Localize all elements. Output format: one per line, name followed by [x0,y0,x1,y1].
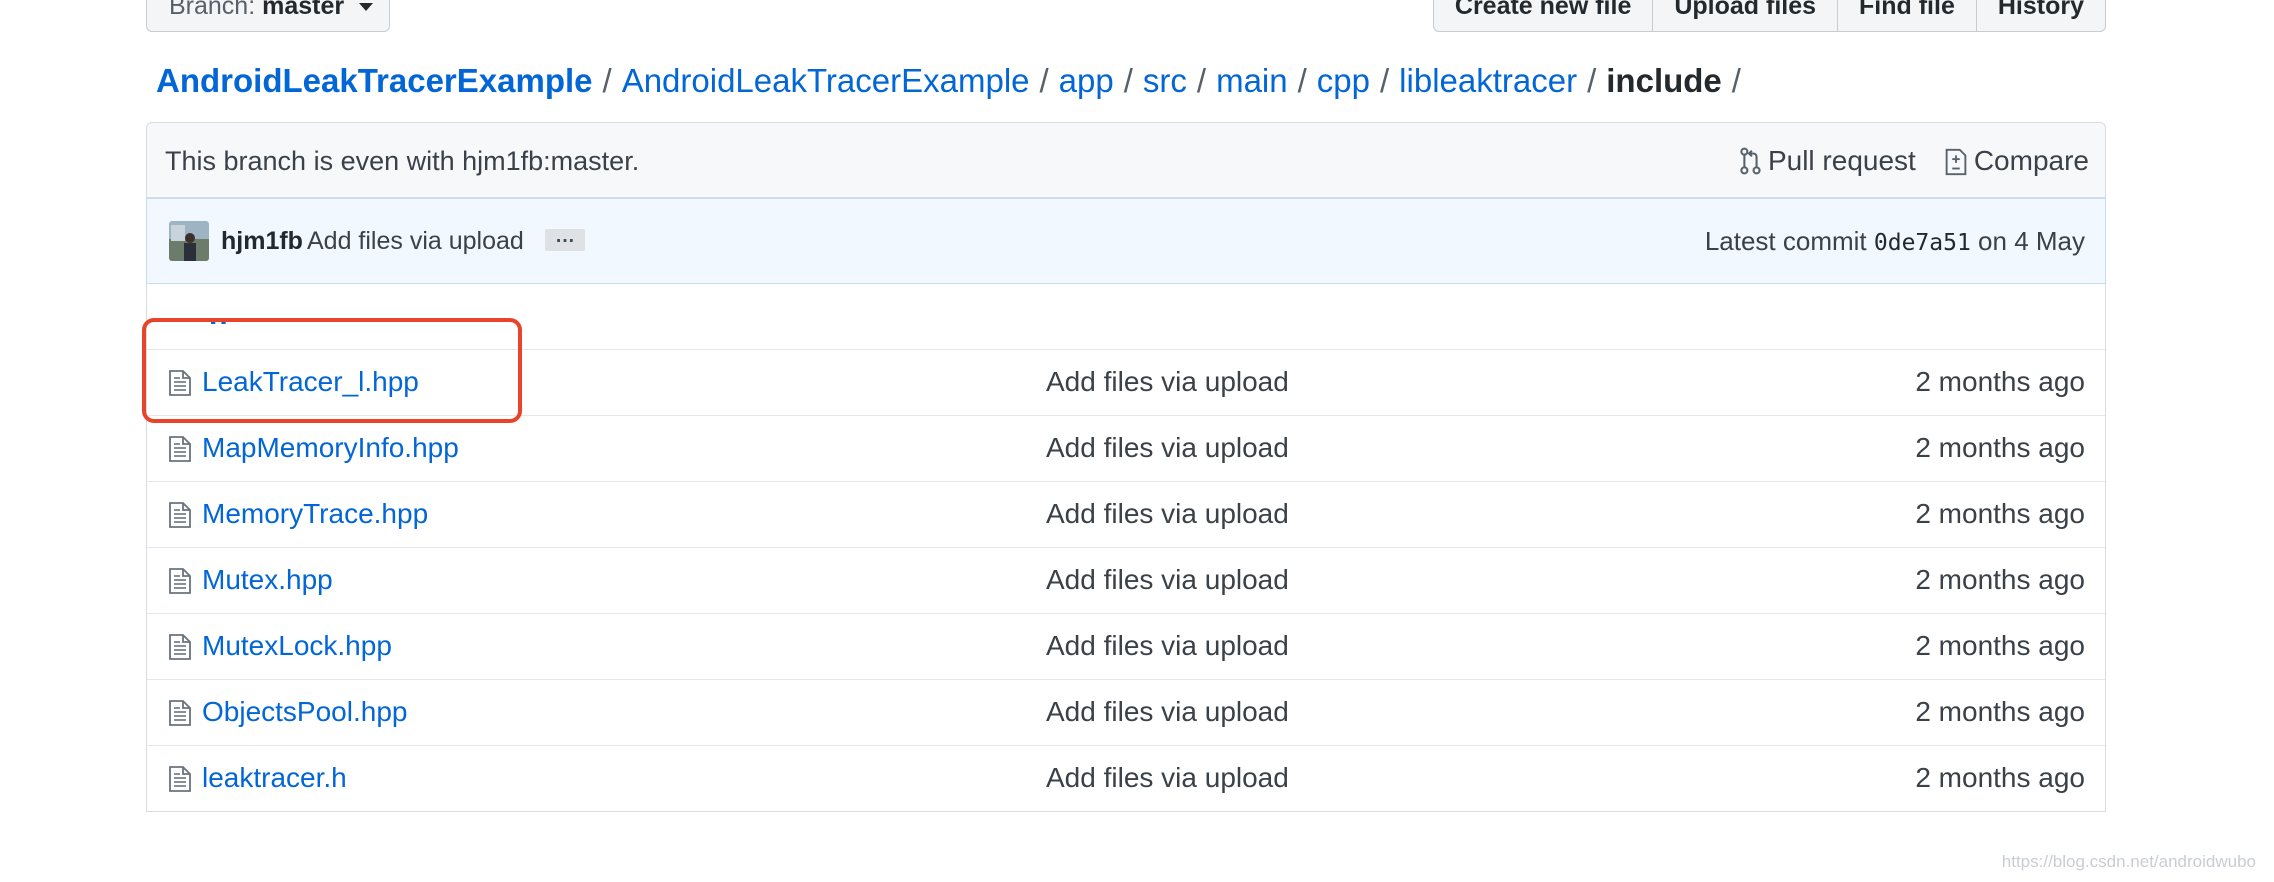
file-icon [169,634,191,660]
pull-request-icon [1740,147,1761,175]
file-commit-message[interactable]: Add files via upload [1046,614,1289,678]
file-row: MutexLock.hpp Add files via upload 2 mon… [147,613,2105,679]
file-list: .. LeakTracer_l.hpp Add files via upload… [146,284,2106,812]
file-age: 2 months ago [1915,564,2085,595]
pull-request-link[interactable]: Pull request [1738,123,1916,199]
breadcrumb-separator: / [1196,62,1207,99]
file-commit-message[interactable]: Add files via upload [1046,746,1289,810]
file-name-link[interactable]: MapMemoryInfo.hpp [202,416,459,480]
file-icon [169,436,191,462]
caret-down-icon [359,3,374,12]
compare-link[interactable]: Compare [1944,123,2089,199]
pull-request-label: Pull request [1767,145,1916,176]
breadcrumb-separator: / [602,62,612,99]
upload-files-button[interactable]: Upload files [1652,0,1839,32]
commit-author-link[interactable]: hjm1fb [221,199,303,283]
repo-toolbar: Branch: master Create new file Upload fi… [0,0,2274,34]
breadcrumb-separator: / [1380,62,1390,99]
breadcrumb-link[interactable]: src [1143,62,1187,99]
branch-value: master [262,0,345,20]
file-row: MapMemoryInfo.hpp Add files via upload 2… [147,415,2105,481]
breadcrumb-link[interactable]: cpp [1317,62,1370,99]
file-age: 2 months ago [1915,498,2085,529]
breadcrumb-link[interactable]: app [1059,62,1114,99]
file-age: 2 months ago [1915,696,2085,727]
branch-label: Branch: [169,0,256,20]
compare-links: Pull request Compare [1710,123,2089,199]
file-row: LeakTracer_l.hpp Add files via upload 2 … [147,349,2105,415]
file-age: 2 months ago [1915,366,2085,397]
branch-status-text: This branch is even with hjm1fb:master. [165,146,640,176]
file-commit-message[interactable]: Add files via upload [1046,350,1289,414]
breadcrumb-link[interactable]: main [1216,62,1288,99]
file-icon [169,766,191,792]
file-commit-message[interactable]: Add files via upload [1046,548,1289,612]
file-actions-group: Create new file Upload files Find file H… [1432,0,2106,32]
file-name-link[interactable]: MemoryTrace.hpp [202,482,428,546]
parent-directory-link[interactable]: .. [209,298,230,332]
breadcrumb-separator: / [1123,62,1133,99]
file-name-link[interactable]: MutexLock.hpp [202,614,392,678]
breadcrumb-link[interactable]: libleaktracer [1399,62,1577,99]
file-row: MemoryTrace.hpp Add files via upload 2 m… [147,481,2105,547]
file-icon [169,700,191,726]
file-commit-message[interactable]: Add files via upload [1046,482,1289,546]
file-name-link[interactable]: LeakTracer_l.hpp [202,350,419,414]
commit-date: on 4 May [1978,226,2085,256]
latest-commit-bar: hjm1fb Add files via upload … Latest com… [146,198,2106,284]
file-commit-message[interactable]: Add files via upload [1046,416,1289,480]
breadcrumb: AndroidLeakTracerExample / AndroidLeakTrac… [156,58,1751,104]
compare-label: Compare [1973,145,2089,176]
breadcrumb-current: include [1606,62,1722,99]
file-icon [169,370,191,396]
file-name-link[interactable]: Mutex.hpp [202,548,333,612]
breadcrumb-separator: / [1731,62,1741,99]
breadcrumb-link[interactable]: AndroidLeakTracerExample [622,62,1030,99]
parent-directory-row[interactable]: .. [147,284,2105,349]
file-commit-message[interactable]: Add files via upload [1046,680,1289,744]
create-new-file-button[interactable]: Create new file [1432,0,1654,32]
file-row: leaktracer.h Add files via upload 2 mont… [147,745,2105,811]
watermark: https://blog.csdn.net/androidwubo [2001,852,2256,871]
file-age: 2 months ago [1915,432,2085,463]
latest-commit-prefix: Latest commit [1704,226,1867,256]
compare-icon [1945,148,1967,176]
file-icon [169,502,191,528]
history-button[interactable]: History [1975,0,2106,32]
file-row: Mutex.hpp Add files via upload 2 months … [147,547,2105,613]
branch-compare-bar: This branch is even with hjm1fb:master. … [146,122,2106,198]
breadcrumb-separator: / [1039,62,1049,99]
latest-commit-info: Latest commit 0de7a51 on 4 May [1705,199,2085,285]
breadcrumb-repo-link[interactable]: AndroidLeakTracerExample [156,62,593,99]
file-name-link[interactable]: ObjectsPool.hpp [202,680,407,744]
file-row: ObjectsPool.hpp Add files via upload 2 m… [147,679,2105,745]
file-age: 2 months ago [1915,630,2085,661]
find-file-button[interactable]: Find file [1837,0,1977,32]
file-icon [169,568,191,594]
avatar[interactable] [169,221,209,261]
commit-sha-link[interactable]: 0de7a51 [1874,230,1971,256]
branch-select-button[interactable]: Branch: master [146,0,390,32]
file-age: 2 months ago [1915,762,2085,793]
avatar-image [169,221,209,261]
breadcrumb-separator: / [1587,62,1597,99]
commit-expand-button[interactable]: … [545,226,585,251]
commit-message-link[interactable]: Add files via upload [307,199,524,283]
breadcrumb-separator: / [1297,62,1307,99]
file-name-link[interactable]: leaktracer.h [202,746,347,810]
